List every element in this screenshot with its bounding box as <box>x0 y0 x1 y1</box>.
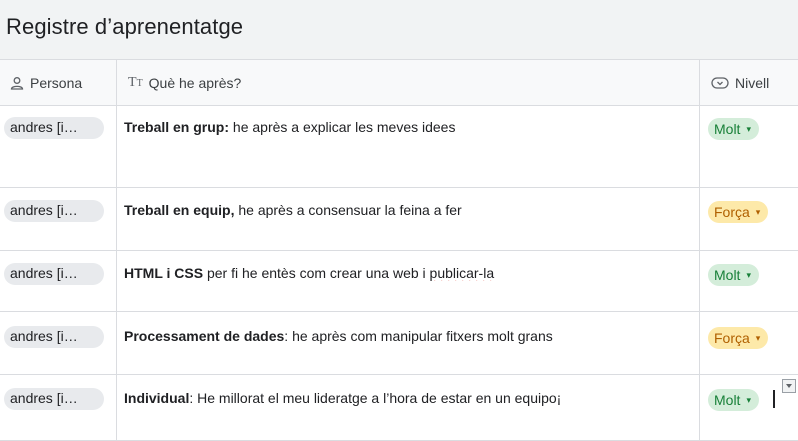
column-label-nivell: Nivell <box>735 74 770 91</box>
chevron-down-icon: ▾ <box>755 332 761 343</box>
cell-dropdown-button[interactable] <box>782 379 796 393</box>
learning-text[interactable]: Processament de dades: he après com mani… <box>124 328 696 344</box>
column-header-nivell[interactable]: Nivell <box>711 60 769 105</box>
level-chip[interactable]: Molt ▾ <box>708 118 759 140</box>
level-label: Molt <box>714 267 741 283</box>
learning-text[interactable]: HTML i CSS per fi he entès com crear una… <box>124 265 696 281</box>
learning-detail: he après a explicar les meves idees <box>229 119 456 135</box>
table-row[interactable]: andres [i… Processament de dades: he apr… <box>0 312 798 375</box>
column-label-que: Què he après? <box>148 74 242 91</box>
learning-detail: : He millorat el meu lideratge a l’hora … <box>189 390 562 406</box>
chevron-down-icon: ▾ <box>755 206 761 217</box>
learning-detail: : he après com manipular fitxers molt gr… <box>284 328 553 344</box>
person-chip[interactable]: andres [i… <box>4 263 104 285</box>
level-label: Molt <box>714 121 741 137</box>
learning-topic: Processament de dades <box>124 328 285 344</box>
learning-topic: HTML i CSS <box>124 265 204 281</box>
text-cursor <box>773 390 775 408</box>
person-chip[interactable]: andres [i… <box>4 326 104 348</box>
learning-topic: Treball en grup: <box>124 119 230 135</box>
person-icon <box>10 76 24 90</box>
level-label: Força <box>714 330 750 346</box>
chevron-down-icon: ▾ <box>746 269 751 280</box>
chevron-down-icon: ▾ <box>746 394 751 405</box>
learning-topic: Treball en equip, <box>124 202 235 218</box>
learning-text[interactable]: Individual: He millorat el meu lideratge… <box>124 390 694 406</box>
title-bar: Registre d’aprenentatge <box>0 0 798 60</box>
table-row[interactable]: andres [i… Treball en grup: he après a e… <box>0 106 798 188</box>
level-label: Força <box>714 204 750 220</box>
person-chip[interactable]: andres [i… <box>4 200 104 222</box>
level-chip[interactable]: Força ▾ <box>708 201 769 223</box>
table-header: Persona TT Què he après? Nivell <box>0 60 798 106</box>
level-chip[interactable]: Molt ▾ <box>708 264 759 286</box>
person-chip[interactable]: andres [i… <box>4 117 104 139</box>
learning-text[interactable]: Treball en equip, he après a consensuar … <box>124 202 696 218</box>
learning-detail: per fi he entès com crear una web i <box>203 265 430 281</box>
level-chip[interactable]: Força ▾ <box>708 327 769 349</box>
table-row[interactable]: andres [i… Treball en equip, he après a … <box>0 188 798 251</box>
level-chip[interactable]: Molt ▾ <box>708 389 759 411</box>
table-row[interactable]: andres [i… Individual: He millorat el me… <box>0 375 798 441</box>
chevron-down-icon: ▾ <box>746 123 751 134</box>
table-row[interactable]: andres [i… HTML i CSS per fi he entès co… <box>0 251 798 312</box>
learning-topic: Individual <box>124 390 190 406</box>
column-header-que[interactable]: TT Què he après? <box>128 60 241 105</box>
learning-detail: he après a consensuar la feina a fer <box>234 202 462 218</box>
column-header-persona[interactable]: Persona <box>10 60 82 105</box>
person-chip[interactable]: andres [i… <box>4 388 104 410</box>
level-label: Molt <box>714 392 741 408</box>
dropdown-chip-icon <box>711 76 729 89</box>
misspelled-word: publicar-la <box>429 265 495 281</box>
page-title: Registre d’aprenentatge <box>6 14 244 39</box>
column-label-persona: Persona <box>30 74 83 91</box>
text-type-icon: TT <box>128 74 143 90</box>
learning-text[interactable]: Treball en grup: he après a explicar les… <box>124 119 696 135</box>
